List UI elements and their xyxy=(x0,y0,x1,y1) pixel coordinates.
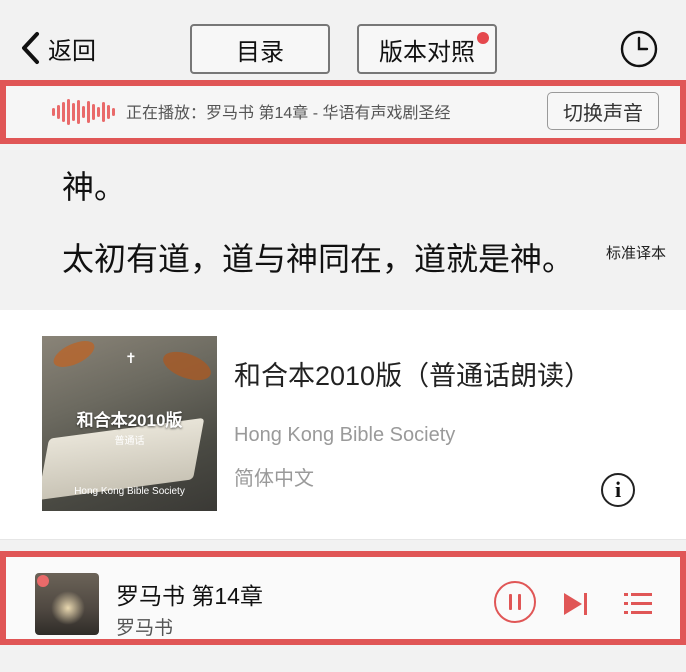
toc-button[interactable]: 目录 xyxy=(190,24,330,74)
mini-player-cover xyxy=(35,573,99,635)
audio-version-card[interactable]: ✝ 和合本2010版 普通话 Hong Kong Bible Society 和… xyxy=(0,310,686,540)
version-compare-button[interactable]: 版本对照 xyxy=(357,24,497,74)
reading-area: 神。 太初有道，道与神同在，道就是神。 标准译本 xyxy=(0,144,686,310)
switch-voice-button[interactable]: 切换声音 xyxy=(547,92,659,130)
audio-version-language: 简体中文 xyxy=(234,468,314,490)
back-label: 返回 xyxy=(48,37,96,65)
audio-cover-image: ✝ 和合本2010版 普通话 Hong Kong Bible Society xyxy=(42,336,217,511)
now-playing-text: 正在播放：罗马书 第14章 - 华语有声戏剧圣经 xyxy=(126,105,451,122)
now-playing-banner[interactable]: 正在播放：罗马书 第14章 - 华语有声戏剧圣经 切换声音 xyxy=(0,80,686,144)
info-icon[interactable]: i xyxy=(601,473,635,507)
chevron-left-icon xyxy=(22,32,39,64)
cover-publisher: Hong Kong Bible Society xyxy=(74,486,185,497)
playlist-icon[interactable] xyxy=(624,591,652,617)
audio-version-title: 和合本2010版（普通话朗读） xyxy=(234,361,592,391)
cover-subtitle: 普通话 xyxy=(114,436,145,447)
verse-text-tail: 神。 xyxy=(62,169,127,205)
back-button[interactable]: 返回 xyxy=(18,28,96,68)
mini-player-title: 罗马书 第14章 xyxy=(116,583,263,609)
mini-player-subtitle: 罗马书 xyxy=(116,618,174,639)
audio-version-publisher: Hong Kong Bible Society xyxy=(234,424,456,446)
toc-label: 目录 xyxy=(236,38,284,66)
pause-icon[interactable] xyxy=(494,581,536,623)
switch-voice-label: 切换声音 xyxy=(563,102,643,125)
verse-text: 太初有道，道与神同在，道就是神。 xyxy=(62,241,575,277)
cross-icon: ✝ xyxy=(125,350,137,366)
notification-dot xyxy=(477,32,489,44)
version-tag: 标准译本 xyxy=(606,245,667,262)
clock-icon[interactable] xyxy=(620,30,658,68)
cover-title: 和合本2010版 xyxy=(76,411,183,430)
top-navigation-bar: 返回 目录 版本对照 xyxy=(0,0,686,80)
bottom-strip xyxy=(0,645,686,672)
mini-player[interactable]: 罗马书 第14章 罗马书 xyxy=(0,551,686,645)
skip-next-icon[interactable] xyxy=(562,591,590,617)
audio-wave-icon xyxy=(52,98,115,126)
version-compare-label: 版本对照 xyxy=(379,38,475,66)
